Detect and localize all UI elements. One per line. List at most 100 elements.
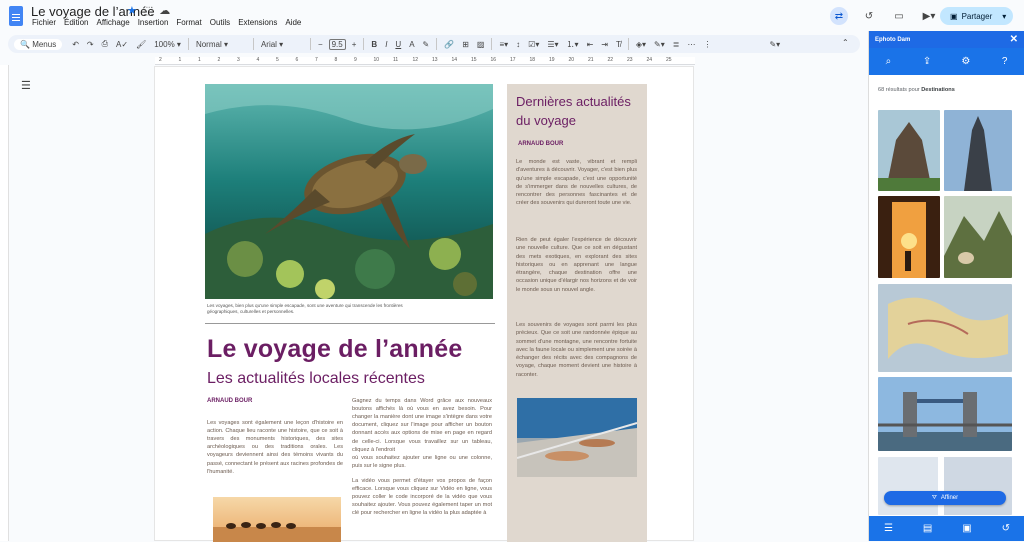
image-icon[interactable]: ▣: [962, 523, 971, 534]
font-select[interactable]: Arial ▾: [257, 40, 307, 49]
side-panel-header: Ephoto Dam ✕: [869, 31, 1024, 48]
border-dash-icon[interactable]: ⋯: [683, 40, 699, 49]
comments-icon[interactable]: ▭: [890, 7, 908, 25]
thumbnail-partial-row[interactable]: [878, 457, 1012, 515]
sidebar-title: Dernières actualités du voyage: [516, 94, 631, 128]
thumbnail-map[interactable]: [878, 284, 1012, 372]
bold-icon[interactable]: B: [367, 40, 381, 49]
thumbnail-tower-bridge[interactable]: [878, 377, 1012, 451]
meet-icon[interactable]: ▶▾: [920, 7, 938, 25]
docs-logo-icon[interactable]: [9, 6, 23, 26]
redo-icon[interactable]: ↷: [83, 40, 98, 49]
print-icon[interactable]: ⎙: [98, 39, 112, 49]
share-dropdown-icon[interactable]: ▾: [1002, 12, 1006, 21]
move-folder-icon[interactable]: ⬚: [143, 4, 153, 17]
document-page[interactable]: Les voyages, bien plus qu'une simple esc…: [154, 66, 694, 542]
menu-outils[interactable]: Outils: [210, 18, 230, 27]
menu-fichier[interactable]: Fichier: [32, 18, 56, 27]
map-thumbnail-art: [878, 284, 1012, 372]
menu-extensions[interactable]: Extensions: [238, 18, 277, 27]
paint-format-icon[interactable]: 🖌: [132, 40, 150, 49]
indent-decrease-icon[interactable]: ⇤: [583, 40, 598, 49]
hero-caption: Les voyages, bien plus qu'une simple esc…: [207, 303, 403, 315]
font-size-increase-icon[interactable]: +: [348, 40, 361, 49]
star-icon[interactable]: ★: [127, 4, 137, 17]
separator: [436, 38, 438, 50]
undo-icon[interactable]: ↶: [68, 40, 83, 49]
font-size-decrease-icon[interactable]: −: [314, 40, 327, 49]
ruler-number: 8: [334, 57, 338, 63]
search-icon[interactable]: ⌕: [881, 55, 895, 69]
sea-turtle-illustration: [205, 84, 493, 299]
sea-turtle-image[interactable]: [205, 84, 493, 299]
share-label: Partager: [961, 11, 993, 21]
ruler-number: 20: [568, 57, 575, 63]
indent-increase-icon[interactable]: ⇥: [597, 40, 612, 49]
settings-icon[interactable]: ⚙: [959, 55, 973, 69]
line-spacing-icon[interactable]: ↕: [512, 40, 524, 49]
highlight-icon[interactable]: ✎: [419, 40, 434, 49]
sidebar-paragraph-1: Le monde est vaste, vibrant et rempli d'…: [516, 159, 637, 207]
menu-format[interactable]: Format: [176, 18, 201, 27]
column-2-paragraph-1: Gagnez du temps dans Word grâce aux nouv…: [352, 398, 492, 453]
more-options-icon[interactable]: ⋮: [699, 40, 715, 49]
mountain-thumbnail-art: [944, 196, 1012, 278]
underline-icon[interactable]: U: [391, 40, 405, 49]
ruler-number: 5: [276, 57, 279, 63]
spellcheck-icon[interactable]: A✓: [112, 40, 132, 49]
align-icon[interactable]: ≡▾: [495, 40, 512, 49]
thumbnail-mountain-llama[interactable]: [944, 196, 1012, 278]
list-view-icon[interactable]: ☰: [884, 523, 893, 534]
upload-icon[interactable]: ⇪: [920, 55, 934, 69]
separator: [187, 38, 189, 50]
document-icon[interactable]: ▤: [923, 523, 932, 534]
link-icon[interactable]: 🔗: [440, 40, 458, 49]
text-color-icon[interactable]: A: [405, 40, 418, 49]
style-select[interactable]: Normal ▾: [192, 40, 250, 49]
insert-image-icon[interactable]: ▨: [473, 40, 489, 49]
sailboat-illustration: [517, 398, 637, 477]
ruler-number: 18: [529, 57, 536, 63]
ephoto-addon-icon[interactable]: ⇄: [830, 7, 848, 25]
editing-mode-icon[interactable]: ✎▾: [765, 40, 784, 49]
border-width-icon[interactable]: ≣: [669, 40, 684, 49]
thumbnail-sunset-doorway[interactable]: [878, 196, 940, 278]
border-color-icon[interactable]: ✎▾: [650, 40, 669, 49]
help-icon[interactable]: ?: [998, 55, 1012, 69]
ruler-number: 19: [549, 57, 555, 63]
vertical-ruler[interactable]: [0, 65, 9, 541]
thumbnail-tower-temple[interactable]: [944, 110, 1012, 191]
thumbnail-temple[interactable]: [878, 110, 940, 191]
ruler-number: 1: [198, 57, 201, 63]
checklist-icon[interactable]: ☑▾: [524, 40, 543, 49]
history-icon[interactable]: ↺: [1002, 523, 1010, 534]
collapse-menus-icon[interactable]: ⌃: [842, 38, 849, 47]
sailboat-image[interactable]: [517, 398, 637, 477]
menu-insertion[interactable]: Insertion: [138, 18, 169, 27]
bridge-thumbnail-art: [878, 377, 1012, 451]
column-2-paragraph-2: La vidéo vous permet d'étayer vos propos…: [352, 477, 492, 517]
menu-affichage[interactable]: Affichage: [96, 18, 129, 27]
add-comment-icon[interactable]: ⊞: [458, 40, 473, 49]
ruler-number: 16: [490, 57, 497, 63]
fill-color-icon[interactable]: ◈▾: [632, 40, 650, 49]
sidebar-paragraph-3: Les souvenirs de voyages sont parmi les …: [516, 322, 637, 378]
menu-edition[interactable]: Édition: [64, 18, 88, 27]
desert-camels-image[interactable]: [213, 497, 341, 542]
clear-formatting-icon[interactable]: T̸: [612, 40, 625, 49]
history-icon[interactable]: ↺: [860, 7, 878, 25]
numbered-list-icon[interactable]: ⒈▾: [563, 39, 583, 50]
side-panel-title: Ephoto Dam: [875, 36, 911, 43]
close-icon[interactable]: ✕: [1010, 34, 1018, 45]
zoom-select[interactable]: 100% ▾: [150, 40, 185, 49]
cloud-saved-icon[interactable]: ☁: [159, 4, 170, 17]
refine-button[interactable]: ⛛ Affiner: [884, 491, 1006, 505]
document-outline-icon[interactable]: ☰: [21, 79, 31, 92]
menu-aide[interactable]: Aide: [285, 18, 301, 27]
menus-search[interactable]: 🔍 Menus: [14, 38, 63, 50]
share-button[interactable]: ▣ Partager ▾: [940, 7, 1013, 25]
font-size-input[interactable]: 9.5: [328, 38, 346, 50]
bulleted-list-icon[interactable]: ☰▾: [543, 40, 562, 49]
horizontal-ruler[interactable]: 2 1 1 2 3 4 5 6 7 8 9 10 11 12 13 14 15 16 17 18 19 20 21 22 23 2…: [155, 57, 695, 65]
italic-icon[interactable]: I: [381, 40, 391, 49]
